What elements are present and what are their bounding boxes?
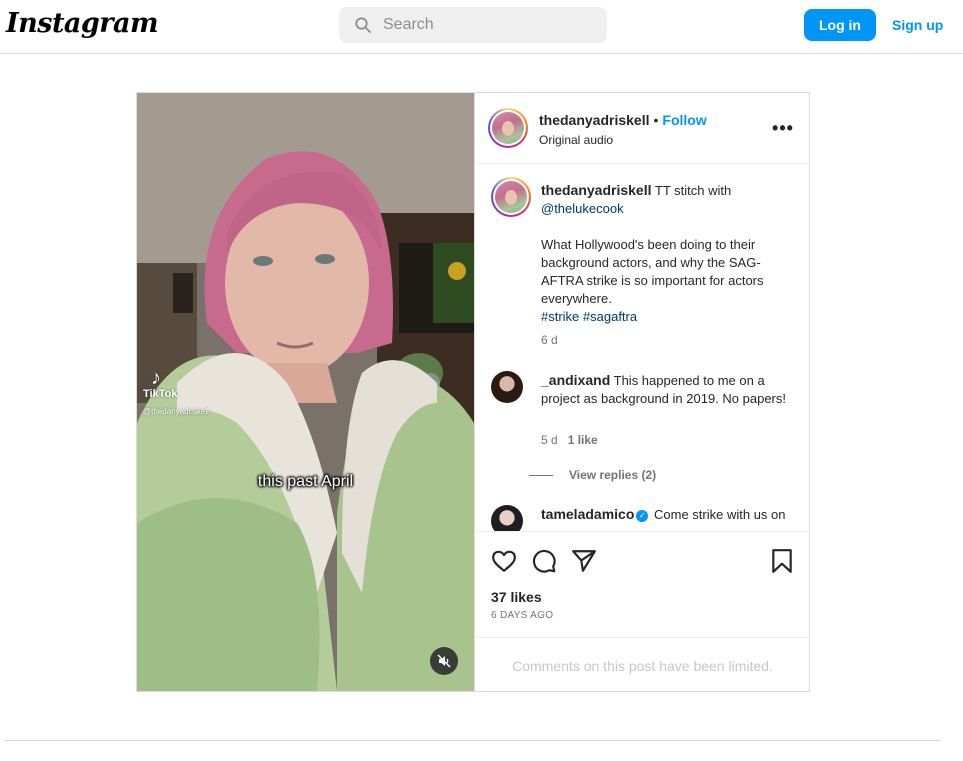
author-avatar[interactable]: [488, 108, 528, 148]
comment-author[interactable]: _andixand: [541, 372, 610, 388]
comment-body: Come strike with us on: [654, 507, 786, 522]
caption-author-avatar[interactable]: [491, 177, 531, 217]
comment-likes[interactable]: 1 like: [568, 433, 598, 447]
commenter-avatar[interactable]: [491, 371, 523, 403]
more-horizontal-icon: •••: [772, 118, 794, 138]
search-icon: [355, 17, 371, 33]
likes-count[interactable]: 37 likes: [491, 589, 542, 605]
comments-limited-notice: Comments on this post have been limited.: [475, 637, 810, 691]
comment-meta: 5 d 1 like: [541, 433, 598, 447]
search-input[interactable]: [383, 7, 593, 43]
comments-list[interactable]: thedanyadriskell TT stitch with @theluke…: [475, 165, 810, 531]
mute-toggle-button[interactable]: [430, 647, 458, 675]
instagram-logo[interactable]: Instagram: [6, 8, 159, 39]
follow-button[interactable]: Follow: [662, 112, 706, 128]
comment-bubble-icon: [532, 549, 556, 573]
comment-text: _andixand This happened to me on a proje…: [541, 371, 795, 408]
tiktok-label: TikTok: [143, 388, 178, 400]
comment-age: 5 d: [541, 433, 558, 447]
search-box[interactable]: [339, 7, 607, 43]
view-replies-label: View replies (2): [569, 468, 657, 482]
footer-divider: [5, 740, 941, 741]
caption-text: thedanyadriskell TT stitch with @theluke…: [541, 181, 795, 326]
bookmark-icon: [772, 549, 792, 573]
top-bar: Instagram Log in Sign up: [0, 0, 963, 54]
view-replies-button[interactable]: View replies (2): [529, 468, 656, 482]
caption-hashtags[interactable]: #strike #sagaftra: [541, 308, 795, 326]
more-options-button[interactable]: •••: [772, 117, 794, 139]
login-button[interactable]: Log in: [804, 9, 876, 41]
video-caption-overlay: this past April: [257, 473, 354, 490]
post-header-line: thedanyadriskell • Follow: [539, 112, 707, 128]
tiktok-handle: @thedanyadriskell: [143, 407, 209, 416]
separator-dot: •: [653, 112, 659, 128]
heart-icon: [492, 550, 516, 572]
caption-author[interactable]: thedanyadriskell: [541, 182, 652, 198]
video-frame: [137, 93, 474, 691]
post-date: 6 DAYS AGO: [491, 610, 554, 621]
caption-lead: TT stitch with: [654, 183, 732, 198]
commenter-avatar[interactable]: [491, 505, 523, 531]
replies-divider: [529, 475, 553, 477]
signup-link[interactable]: Sign up: [892, 17, 943, 33]
post-side-panel: thedanyadriskell • Follow Original audio •…: [474, 93, 810, 691]
post-video[interactable]: ♪ TikTok @thedanyadriskell this past Apr…: [137, 93, 474, 691]
audio-link[interactable]: Original audio: [539, 133, 613, 147]
share-button[interactable]: [571, 548, 597, 574]
save-button[interactable]: [769, 548, 795, 574]
verified-badge-icon: ✓: [636, 509, 649, 522]
tiktok-watermark: ♪ TikTok: [143, 368, 177, 400]
author-username[interactable]: thedanyadriskell: [539, 112, 650, 128]
comment-button[interactable]: [531, 548, 557, 574]
send-plane-icon: [572, 550, 596, 572]
muted-speaker-icon: [437, 654, 451, 668]
tiktok-icon: ♪: [151, 367, 161, 389]
comment-text: tameladamico ✓ Come strike with us on: [541, 505, 795, 524]
post-header: thedanyadriskell • Follow Original audio •…: [475, 93, 810, 164]
caption-body: What Hollywood's been doing to their bac…: [541, 237, 764, 306]
like-button[interactable]: [491, 548, 517, 574]
comment-author[interactable]: tameladamico: [541, 506, 634, 522]
caption-mention[interactable]: @thelukecook: [541, 201, 624, 216]
caption-age: 6 d: [541, 333, 558, 347]
post-card: ♪ TikTok @thedanyadriskell this past Apr…: [136, 92, 810, 692]
post-actions: 37 likes 6 DAYS AGO: [475, 531, 810, 637]
